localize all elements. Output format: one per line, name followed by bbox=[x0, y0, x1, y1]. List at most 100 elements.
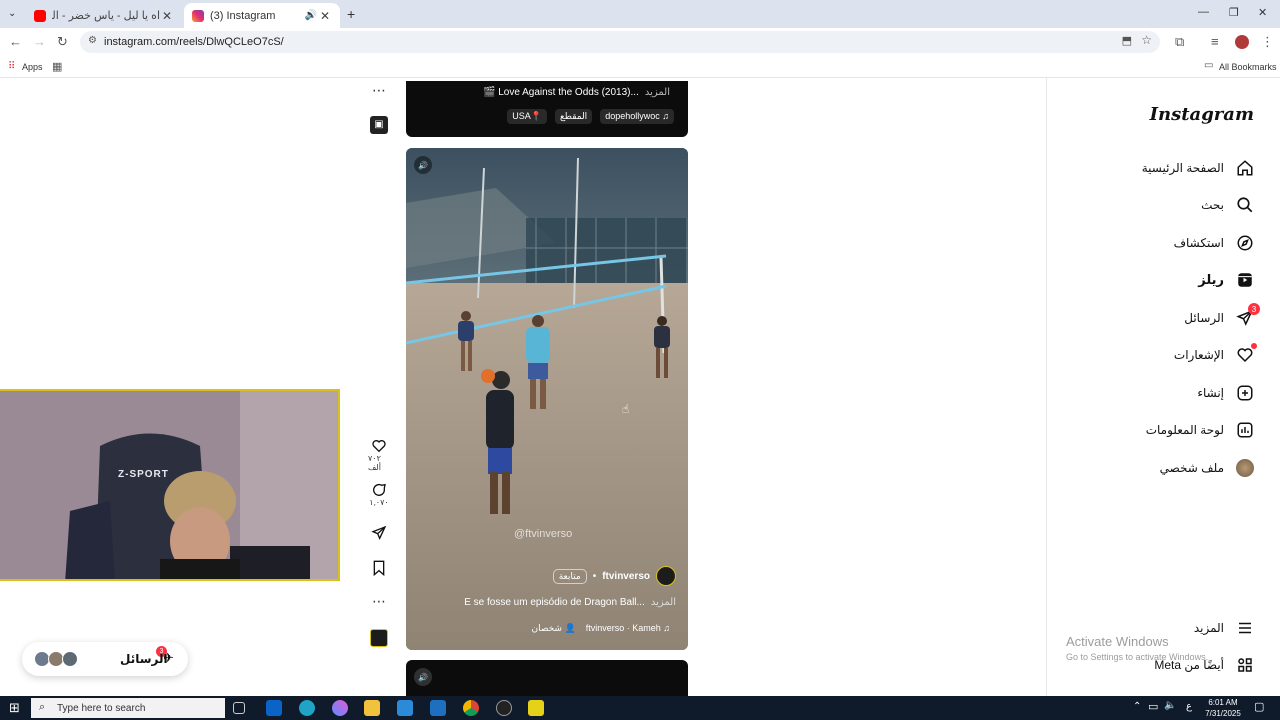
notification-center-icon[interactable]: ▢ bbox=[1254, 700, 1264, 713]
task-view-icon[interactable] bbox=[233, 702, 245, 714]
copilot-icon[interactable] bbox=[332, 700, 348, 716]
minimize-button[interactable]: — bbox=[1198, 6, 1209, 18]
webcam-overlay: Z-SPORT bbox=[0, 389, 340, 581]
author-username[interactable]: ftvinverso bbox=[602, 571, 650, 582]
site-info-icon[interactable]: ⚙ bbox=[88, 35, 97, 46]
save-button[interactable] bbox=[368, 560, 390, 576]
new-tab-button[interactable]: + bbox=[347, 6, 355, 22]
comment-button[interactable]: ١,٠٧٠ bbox=[368, 482, 390, 507]
sidebar-item-home[interactable]: الصفحة الرئيسية bbox=[1142, 153, 1256, 183]
audio-pill[interactable]: ♫ dopehollywoc bbox=[600, 109, 674, 124]
sidebar-item-notifications[interactable]: الإشعارات bbox=[1174, 340, 1257, 370]
clock-date: 7/31/2025 bbox=[1205, 709, 1241, 718]
address-bar[interactable]: ⚙ instagram.com/reels/DlwQCLeO7cS/ ⬒ ☆ bbox=[80, 31, 1160, 53]
tagged-pill[interactable]: 👤 شخصان bbox=[531, 623, 575, 634]
messages-floating-button[interactable]: ✈ 3 الرسائل bbox=[22, 642, 188, 676]
app-icon[interactable] bbox=[528, 700, 544, 716]
restore-button[interactable]: ❐ bbox=[1229, 6, 1239, 19]
chair-brand-text: Z-SPORT bbox=[118, 469, 169, 480]
bookmark-star-icon[interactable]: ☆ bbox=[1141, 33, 1152, 47]
chrome-icon[interactable] bbox=[463, 700, 479, 716]
more-options-top[interactable]: ⋯ bbox=[368, 82, 390, 99]
forward-icon[interactable]: → bbox=[33, 34, 46, 49]
all-bookmarks-link[interactable]: All Bookmarks bbox=[1219, 62, 1277, 72]
sidebar-item-messages[interactable]: 3 الرسائل bbox=[1184, 303, 1260, 333]
activate-subtitle: Go to Settings to activate Windows. bbox=[1066, 652, 1209, 662]
sidebar-item-reels[interactable]: ريلز bbox=[1198, 265, 1256, 295]
plus-square-icon bbox=[1234, 382, 1256, 404]
volume-icon[interactable]: 🔈 bbox=[1164, 700, 1176, 711]
more-link[interactable]: المزيد bbox=[645, 87, 670, 98]
tab-groups-icon[interactable]: ▦ bbox=[52, 60, 62, 73]
profile-avatar[interactable] bbox=[1235, 35, 1249, 49]
bookmark-icon bbox=[373, 560, 385, 576]
streamer-webcam-image bbox=[0, 391, 338, 579]
notification-dot bbox=[1251, 343, 1257, 349]
reel-previous[interactable]: 🎬 Love Against the Odds (2013)... المزيد… bbox=[406, 81, 688, 137]
author-avatar[interactable] bbox=[656, 566, 676, 586]
sidebar-item-search[interactable]: بحث bbox=[1201, 190, 1256, 220]
audio-thumbnail-prev[interactable]: ▣ bbox=[368, 116, 390, 134]
tab-title: اه يا ليل - ياس خضر - النسخة الأصلية bbox=[52, 10, 160, 22]
reload-icon[interactable]: ↻ bbox=[57, 34, 68, 50]
messages-label: الرسائل bbox=[120, 652, 168, 666]
menu-icon bbox=[1234, 617, 1256, 639]
speaker-icon[interactable]: 🔊 bbox=[304, 10, 318, 21]
tray-chevron-icon[interactable]: ⌃ bbox=[1133, 701, 1141, 712]
input-language[interactable]: ع bbox=[1186, 701, 1192, 712]
more-options[interactable]: ⋯ bbox=[368, 593, 390, 610]
tab-youtube[interactable]: اه يا ليل - ياس خضر - النسخة الأصلية ✕ bbox=[26, 3, 182, 28]
audio-thumbnail[interactable] bbox=[368, 629, 390, 647]
network-icon[interactable]: ▭ bbox=[1148, 700, 1158, 713]
like-count: ٧٠٢ ألف bbox=[368, 454, 381, 472]
sidebar-item-explore[interactable]: استكشاف bbox=[1174, 228, 1256, 258]
mute-toggle-icon[interactable]: 🔊 bbox=[414, 668, 432, 686]
sidebar-item-create[interactable]: إنشاء bbox=[1197, 378, 1256, 408]
sidebar-item-label: الرسائل bbox=[1184, 311, 1224, 325]
search-placeholder: Type here to search bbox=[57, 702, 146, 714]
browser-menu-icon[interactable]: ⋮ bbox=[1261, 34, 1274, 50]
media-icon[interactable]: ≡ bbox=[1211, 34, 1219, 49]
mute-toggle-icon[interactable]: 🔊 bbox=[414, 156, 432, 174]
activate-title: Activate Windows bbox=[1066, 634, 1169, 649]
instagram-logo[interactable]: Instagram bbox=[1150, 104, 1254, 125]
location-pill[interactable]: 📍USA bbox=[507, 109, 548, 124]
music-note-icon: ♫ bbox=[660, 623, 670, 633]
edge-icon[interactable] bbox=[299, 700, 315, 716]
tab-instagram[interactable]: (3) Instagram 🔊 ✕ bbox=[184, 3, 340, 28]
more-link[interactable]: المزيد bbox=[651, 597, 676, 608]
close-icon[interactable]: ✕ bbox=[160, 9, 174, 23]
clock[interactable]: 6:01 AM 7/31/2025 bbox=[1200, 697, 1246, 719]
audio-pill[interactable]: ♫ ftvinverso · Kameh bbox=[586, 623, 670, 634]
follow-button[interactable]: متابعة bbox=[552, 568, 587, 584]
close-icon[interactable]: ✕ bbox=[318, 9, 332, 23]
extensions-icon[interactable]: ⧉ bbox=[1175, 34, 1184, 50]
share-button[interactable] bbox=[368, 525, 390, 541]
like-button[interactable]: ٧٠٢ ألف bbox=[368, 438, 390, 472]
windows-start-icon[interactable]: ⊞ bbox=[9, 700, 20, 716]
store-icon[interactable] bbox=[397, 700, 413, 716]
tab-search-icon[interactable]: ⌄ bbox=[8, 8, 16, 19]
outlook-icon[interactable] bbox=[266, 700, 282, 716]
install-icon[interactable]: ⬒ bbox=[1122, 34, 1132, 47]
window-close-button[interactable]: ✕ bbox=[1258, 6, 1267, 19]
audio-label-pill[interactable]: المقطع bbox=[555, 109, 593, 124]
sidebar-item-label: إنشاء bbox=[1197, 386, 1224, 400]
caption-text: E se fosse um episódio de Dragon Ball... bbox=[464, 597, 645, 608]
taskbar-search[interactable]: ⌕ Type here to search bbox=[31, 698, 225, 718]
defender-icon[interactable] bbox=[430, 700, 446, 716]
back-icon[interactable]: ← bbox=[9, 34, 22, 49]
messages-badge: 3 bbox=[1248, 303, 1260, 315]
sidebar-item-profile[interactable]: ملف شخصي bbox=[1160, 453, 1256, 483]
apps-grid-icon[interactable]: ⠿ bbox=[8, 61, 15, 72]
activate-windows-watermark: Activate Windows Go to Settings to activ… bbox=[1066, 634, 1208, 662]
sidebar-item-dashboard[interactable]: لوحة المعلومات bbox=[1146, 415, 1256, 445]
file-explorer-icon[interactable] bbox=[364, 700, 380, 716]
reel-video[interactable]: 🔊 @ftvinverso ☝ ftvinverso • متابعة E se… bbox=[406, 148, 688, 650]
instagram-icon bbox=[192, 9, 204, 22]
reel-next[interactable]: 🔊 bbox=[406, 660, 688, 696]
folder-icon: ▭ bbox=[1204, 60, 1214, 71]
apps-link[interactable]: Apps bbox=[22, 62, 43, 72]
sidebar: Instagram الصفحة الرئيسية بحث استكشاف ري… bbox=[1046, 78, 1280, 696]
obs-icon[interactable] bbox=[496, 700, 512, 716]
